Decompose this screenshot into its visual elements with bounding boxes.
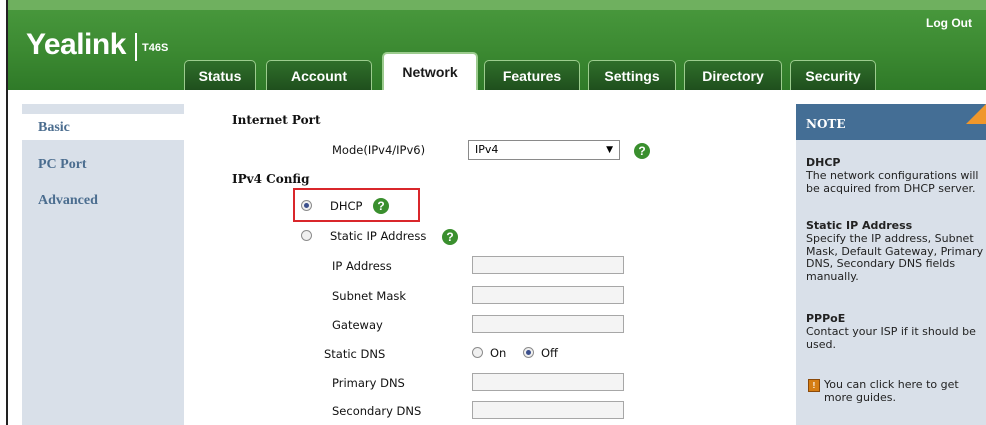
help-icon-mode[interactable]: ?	[634, 143, 650, 159]
mode-label: Mode(IPv4/IPv6)	[332, 143, 426, 157]
note-title: NOTE	[806, 117, 846, 131]
guide-book-icon[interactable]: !	[808, 379, 820, 392]
secondary-dns-label: Secondary DNS	[332, 404, 422, 418]
header-highlight	[8, 0, 986, 10]
note-dhcp-text: The network configurations will be acqui…	[806, 169, 979, 195]
help-icon-dhcp[interactable]: ?	[373, 198, 389, 214]
dhcp-radio[interactable]	[301, 200, 312, 211]
ip-address-field[interactable]	[472, 256, 624, 274]
help-icon-static-ip[interactable]: ?	[442, 229, 458, 245]
tab-network[interactable]: Network	[382, 52, 478, 90]
note-pppoe-text: Contact your ISP if it should be used.	[806, 325, 976, 351]
sidebar-item-advanced[interactable]: Advanced	[38, 193, 98, 209]
note-guide-link[interactable]: You can click here to get more guides.	[824, 378, 984, 404]
ip-address-label: IP Address	[332, 259, 392, 273]
tab-directory[interactable]: Directory	[684, 60, 782, 90]
internet-port-heading: Internet Port	[232, 113, 321, 127]
gateway-label: Gateway	[332, 318, 383, 332]
tab-features[interactable]: Features	[484, 60, 580, 90]
model-label: T46S	[142, 42, 169, 54]
tab-settings[interactable]: Settings	[588, 60, 676, 90]
static-dns-off-radio[interactable]	[523, 347, 534, 358]
logout-link[interactable]: Log Out	[926, 16, 972, 30]
ipv4-config-heading: IPv4 Config	[232, 172, 310, 186]
page-frame: Yealink T46S Log Out Status Account Netw…	[6, 0, 986, 425]
static-ip-label: Static IP Address	[330, 229, 427, 243]
note-static-text: Specify the IP address, Subnet Mask, Def…	[806, 232, 984, 283]
chevron-down-icon: ▼	[606, 145, 613, 155]
note-dhcp-heading: DHCP	[806, 156, 841, 169]
static-dns-label: Static DNS	[324, 347, 386, 361]
dhcp-label: DHCP	[330, 199, 363, 213]
mode-select[interactable]: IPv4 ▼	[468, 140, 620, 160]
yealink-logo: Yealink	[26, 28, 126, 61]
subnet-mask-field[interactable]	[472, 286, 624, 304]
note-static-heading: Static IP Address	[806, 219, 913, 232]
note-pppoe-heading: PPPoE	[806, 312, 846, 325]
static-dns-on-radio[interactable]	[472, 347, 483, 358]
note-corner-decoration	[966, 104, 986, 124]
logo-separator	[135, 33, 137, 61]
sidebar	[22, 104, 184, 425]
sidebar-item-basic[interactable]: Basic	[38, 120, 70, 136]
static-dns-on-label: On	[490, 346, 507, 360]
primary-dns-field[interactable]	[472, 373, 624, 391]
primary-dns-label: Primary DNS	[332, 376, 405, 390]
gateway-field[interactable]	[472, 315, 624, 333]
static-ip-radio[interactable]	[301, 230, 312, 241]
tab-security[interactable]: Security	[790, 60, 876, 90]
static-dns-off-label: Off	[541, 346, 558, 360]
secondary-dns-field[interactable]	[472, 401, 624, 419]
tab-account[interactable]: Account	[266, 60, 372, 90]
mode-select-value: IPv4	[475, 143, 499, 156]
header-bar: Yealink T46S Log Out Status Account Netw…	[8, 0, 986, 90]
subnet-mask-label: Subnet Mask	[332, 289, 407, 303]
tab-status[interactable]: Status	[184, 60, 256, 90]
sidebar-item-pc-port[interactable]: PC Port	[38, 157, 87, 173]
